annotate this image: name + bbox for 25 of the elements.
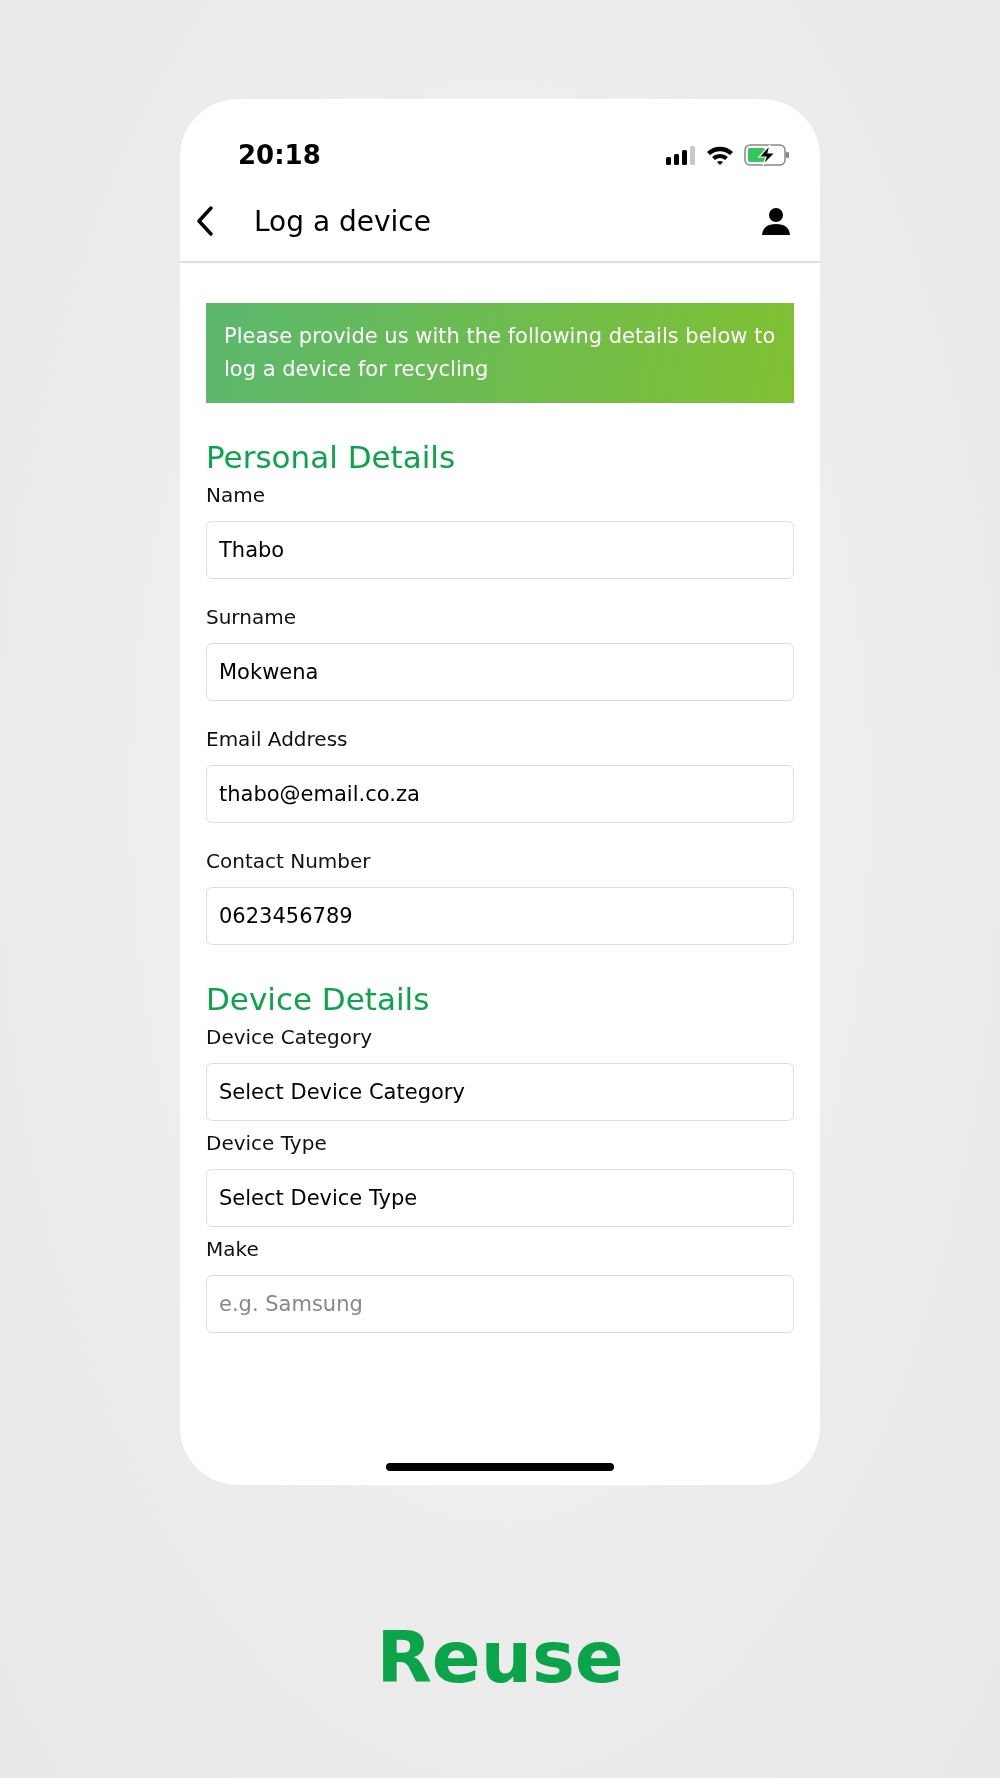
field-label: Device Type <box>206 1131 328 1155</box>
back-button[interactable] <box>196 205 214 237</box>
info-banner: Please provide us with the following details below to log a device for recycling <box>206 303 794 403</box>
field-label: Name <box>206 483 266 507</box>
input-field[interactable]: Select Device Type <box>206 1169 794 1227</box>
input-field[interactable]: Thabo <box>206 521 794 579</box>
input-field[interactable]: thabo@email.co.za <box>206 765 794 823</box>
profile-button[interactable] <box>762 207 790 235</box>
caption: Reuse <box>375 1615 625 1699</box>
field-label: Email Address <box>206 727 349 751</box>
status-time: 20:18 <box>238 140 321 170</box>
wifi-icon <box>706 145 734 165</box>
field-label: Contact Number <box>206 849 372 873</box>
signal-icon <box>666 145 696 165</box>
field-label: Make <box>206 1237 260 1261</box>
input-field[interactable]: 0623456789 <box>206 887 794 945</box>
page-title: Log a device <box>254 204 432 238</box>
section-heading: Personal Details <box>206 439 457 475</box>
field-label: Surname <box>206 605 297 629</box>
input-field[interactable]: e.g. Samsung <box>206 1275 794 1333</box>
input-field[interactable]: Select Device Category <box>206 1063 794 1121</box>
input-field[interactable]: Mokwena <box>206 643 794 701</box>
section-heading: Device Details <box>206 981 431 1017</box>
field-label: Device Category <box>206 1025 374 1049</box>
battery-charging-icon <box>744 144 790 166</box>
